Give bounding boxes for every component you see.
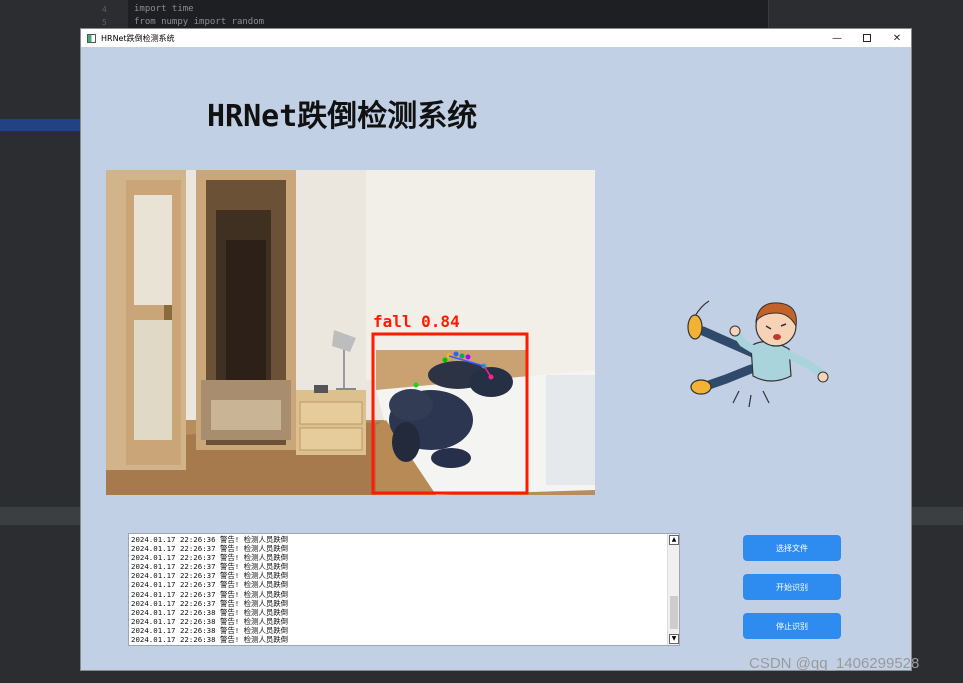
close-icon: ✕: [892, 32, 902, 44]
ide-line-number: 4: [102, 5, 107, 14]
start-detection-button[interactable]: 开始识别: [743, 574, 841, 600]
log-line: 2024.01.17 22:26:36 警告! 检测人员跌倒: [131, 535, 289, 544]
page-title: HRNet跌倒检测系统: [207, 99, 478, 134]
log-line: 2024.01.17 22:26:38 警告! 检测人员跌倒: [131, 607, 289, 617]
ide-code-line: from numpy import random: [134, 17, 265, 27]
scroll-thumb[interactable]: [670, 596, 678, 629]
log-line: 2024.01.17 22:26:38 警告! 检测人员跌倒: [131, 625, 289, 635]
app-icon: [87, 33, 96, 43]
app-window: HRNet跌倒检测系统 — ✕ HRNet跌倒检测系统 fall 0.84 20…: [80, 28, 912, 671]
log-line: 2024.01.17 22:26:37 警告! 检测人员跌倒: [131, 553, 289, 563]
scroll-up-icon[interactable]: ▲: [669, 535, 679, 545]
log-line: 2024.01.17 22:26:37 警告! 检测人员跌倒: [131, 589, 289, 599]
ide-code-line: import time: [134, 4, 194, 14]
maximize-button[interactable]: [852, 29, 882, 47]
log-line: 2024.01.17 22:26:37 警告! 检测人员跌倒: [131, 562, 289, 572]
log-line: 2024.01.17 22:26:37 警告! 检测人员跌倒: [131, 598, 289, 608]
log-line: 2024.01.17 22:26:37 警告! 检测人员跌倒: [131, 580, 289, 590]
window-title: HRNet跌倒检测系统: [101, 33, 175, 43]
stop-detection-button[interactable]: 停止识别: [743, 613, 841, 639]
detection-label: fall 0.84: [373, 312, 460, 331]
ide-line-number: 5: [102, 18, 107, 27]
log-output[interactable]: 2024.01.17 22:26:36 警告! 检测人员跌倒 2024.01.1…: [128, 533, 680, 646]
minimize-icon: —: [832, 32, 842, 44]
scroll-down-icon[interactable]: ▼: [669, 634, 679, 644]
log-line: 2024.01.17 22:26:38 警告! 检测人员跌倒: [131, 635, 289, 645]
video-display: fall 0.84: [106, 170, 595, 495]
log-lines: 2024.01.17 22:26:36 警告! 检测人员跌倒 2024.01.1…: [131, 535, 667, 645]
watermark: CSDN @qq_1406299528: [749, 655, 920, 672]
title-bar[interactable]: HRNet跌倒检测系统 — ✕: [81, 29, 911, 47]
falling-person-icon: [687, 300, 829, 408]
log-line: 2024.01.17 22:26:37 警告! 检测人员跌倒: [131, 571, 289, 581]
falling-person-illustration: [681, 291, 846, 411]
log-scrollbar[interactable]: ▲ ▼: [667, 534, 679, 645]
log-line: 2024.01.17 22:26:37 警告! 检测人员跌倒: [131, 544, 289, 554]
video-frame-image: [106, 170, 595, 495]
maximize-icon: [863, 34, 871, 42]
log-line: 2024.01.17 22:26:38 警告! 检测人员跌倒: [131, 616, 289, 626]
minimize-button[interactable]: —: [822, 29, 852, 47]
ide-selected-row: [0, 119, 80, 131]
close-button[interactable]: ✕: [882, 29, 912, 47]
select-file-button[interactable]: 选择文件: [743, 535, 841, 561]
